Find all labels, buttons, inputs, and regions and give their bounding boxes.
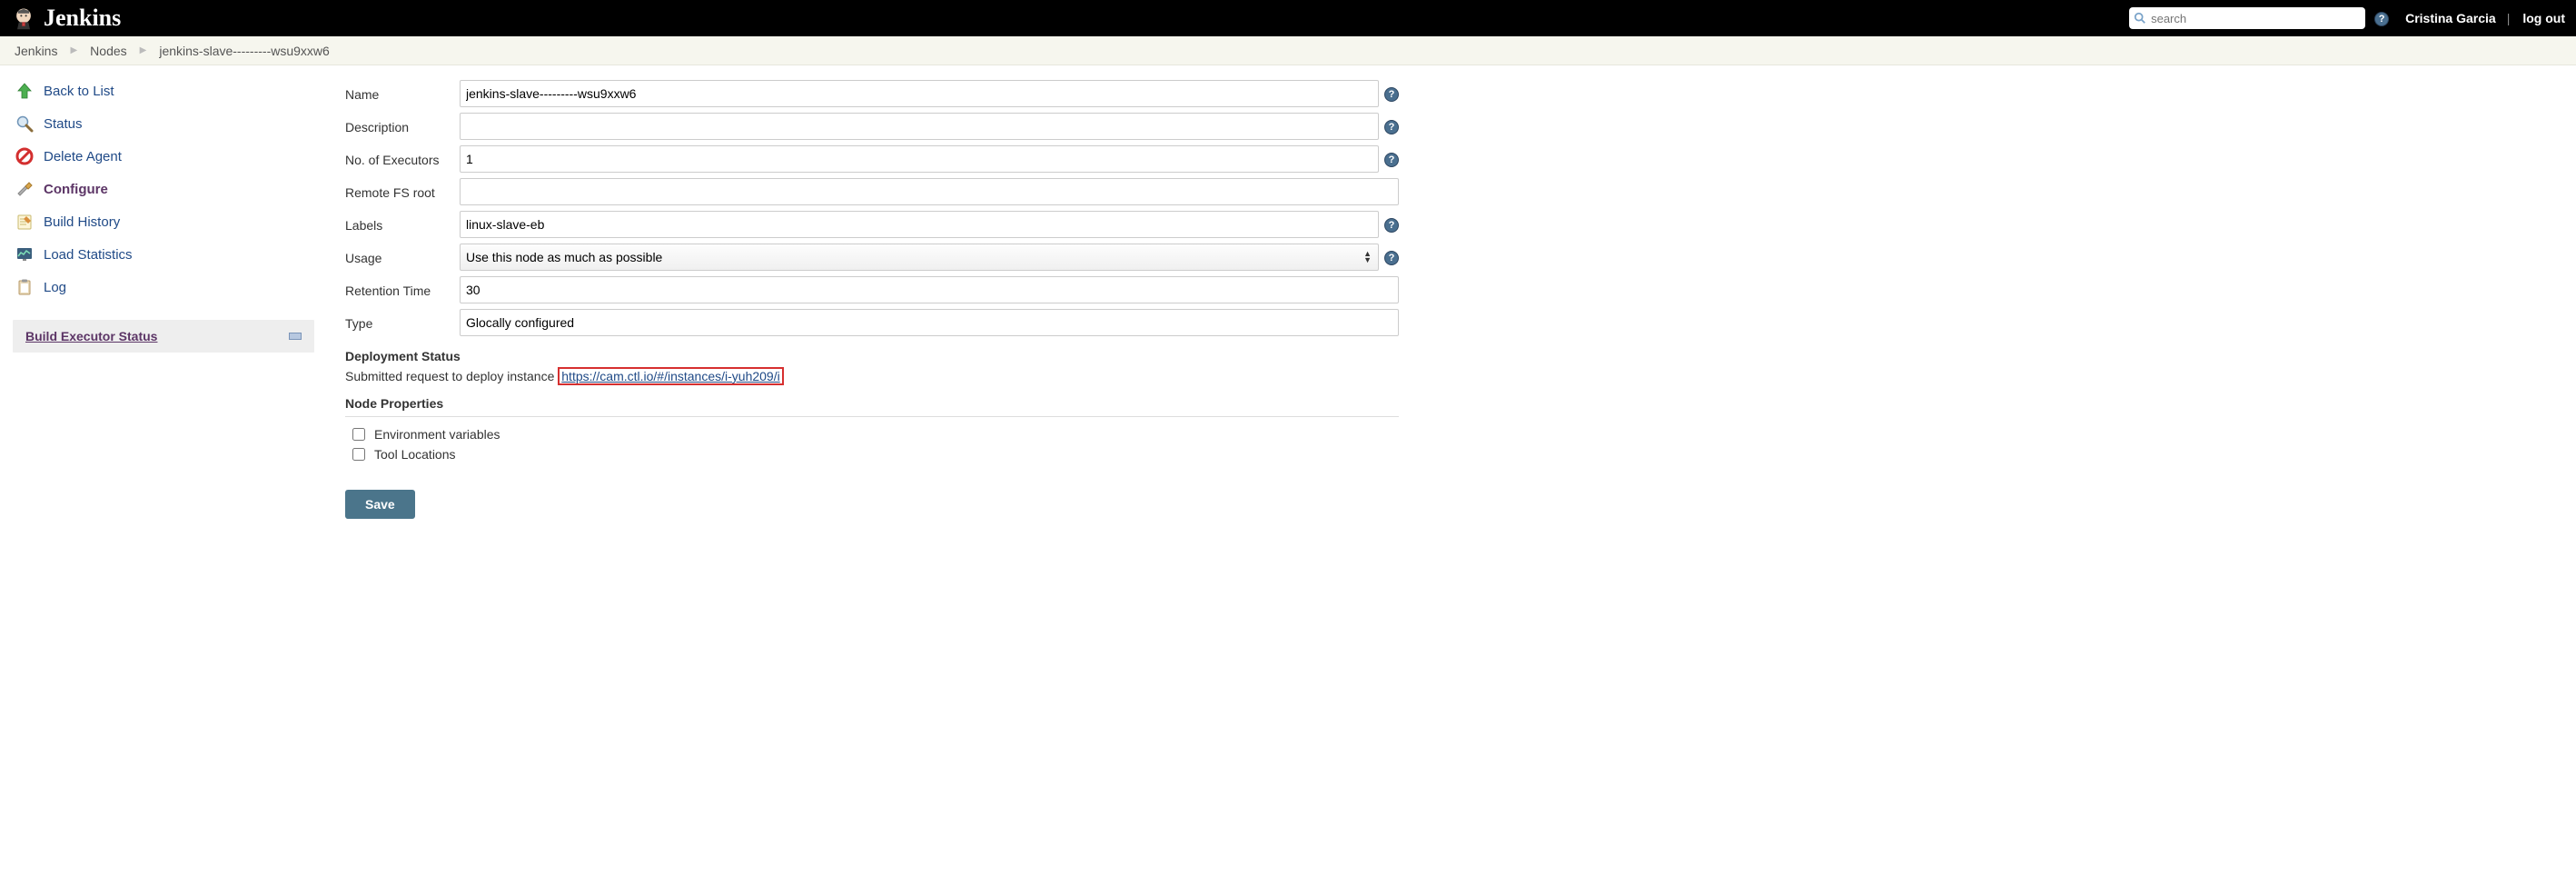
sidebar-link-build-history[interactable]: Build History: [44, 214, 120, 230]
sidebar-item-delete[interactable]: Delete Agent: [13, 140, 314, 173]
sidebar-link-back[interactable]: Back to List: [44, 84, 114, 99]
crumb-jenkins[interactable]: Jenkins: [15, 44, 57, 58]
chevron-right-icon: ▶: [140, 45, 147, 55]
deployment-status-text: Submitted request to deploy instance htt…: [345, 369, 1399, 383]
sidebar-item-configure[interactable]: Configure: [13, 173, 314, 205]
separator: |: [2507, 11, 2511, 25]
retention-field[interactable]: [460, 276, 1399, 303]
brand-text: Jenkins: [44, 5, 121, 32]
sidebar-item-load-stats[interactable]: Load Statistics: [13, 238, 314, 271]
help-icon[interactable]: ?: [1384, 216, 1399, 233]
label-type: Type: [345, 314, 460, 331]
crumb-node-name[interactable]: jenkins-slave---------wsu9xxw6: [159, 44, 329, 58]
label-retention: Retention Time: [345, 282, 460, 298]
node-properties-header: Node Properties: [345, 396, 1399, 411]
crumb-nodes[interactable]: Nodes: [90, 44, 126, 58]
env-vars-checkbox[interactable]: [352, 428, 365, 441]
sidebar-link-load-stats[interactable]: Load Statistics: [44, 247, 133, 263]
tools-icon: [15, 179, 35, 199]
type-field[interactable]: [460, 309, 1399, 336]
build-executor-status-link[interactable]: Build Executor Status: [25, 329, 157, 343]
sidebar: Back to List Status Delete Agent Configu…: [0, 75, 327, 353]
label-usage: Usage: [345, 249, 460, 265]
deployment-status-header: Deployment Status: [345, 349, 1399, 363]
help-icon[interactable]: ?: [1384, 249, 1399, 265]
header-help-icon[interactable]: ?: [2374, 10, 2389, 26]
sidebar-link-delete[interactable]: Delete Agent: [44, 149, 122, 164]
label-labels: Labels: [345, 216, 460, 233]
sidebar-item-status[interactable]: Status: [13, 107, 314, 140]
label-description: Description: [345, 118, 460, 134]
sidebar-item-build-history[interactable]: Build History: [13, 205, 314, 238]
name-field[interactable]: [460, 80, 1379, 107]
sidebar-item-log[interactable]: Log: [13, 271, 314, 303]
top-bar: Jenkins ? Cristina Garcia | log out: [0, 0, 2576, 36]
description-field[interactable]: [460, 113, 1379, 140]
label-executors: No. of Executors: [345, 151, 460, 167]
label-name: Name: [345, 85, 460, 102]
deployment-status-prefix: Submitted request to deploy instance: [345, 369, 554, 383]
sidebar-link-configure[interactable]: Configure: [44, 182, 108, 197]
chevron-right-icon: ▶: [70, 45, 77, 55]
sidebar-link-status[interactable]: Status: [44, 116, 83, 132]
logout-link[interactable]: log out: [2522, 11, 2565, 25]
tool-locations-checkbox[interactable]: [352, 448, 365, 461]
node-properties: Environment variables Tool Locations: [345, 416, 1399, 464]
search-input[interactable]: [2129, 7, 2365, 29]
help-icon[interactable]: ?: [1384, 85, 1399, 102]
magnifier-icon: [15, 114, 35, 134]
save-button[interactable]: Save: [345, 490, 415, 519]
remote-fs-field[interactable]: [460, 178, 1399, 205]
label-remote-fs: Remote FS root: [345, 184, 460, 200]
breadcrumb: Jenkins ▶ Nodes ▶ jenkins-slave---------…: [0, 36, 2576, 65]
configure-form: Name ? Description ? No. of Executors ? …: [327, 75, 1417, 555]
clipboard-icon: [15, 277, 35, 297]
jenkins-logo-icon: [11, 5, 36, 31]
search-icon: [2134, 12, 2146, 25]
build-executor-status-panel[interactable]: Build Executor Status: [13, 320, 314, 353]
help-icon[interactable]: ?: [1384, 151, 1399, 167]
search-wrap: [2129, 7, 2365, 29]
sidebar-item-back[interactable]: Back to List: [13, 75, 314, 107]
collapse-icon[interactable]: [289, 333, 302, 340]
tool-locations-label: Tool Locations: [374, 447, 456, 462]
usage-select[interactable]: Use this node as much as possible: [460, 244, 1379, 271]
executors-field[interactable]: [460, 145, 1379, 173]
no-entry-icon: [15, 146, 35, 166]
user-link[interactable]: Cristina Garcia: [2405, 11, 2496, 25]
notepad-icon: [15, 212, 35, 232]
help-icon[interactable]: ?: [1384, 118, 1399, 134]
deployment-instance-link[interactable]: https://cam.ctl.io/#/instances/i-yuh209/…: [558, 367, 783, 385]
monitor-chart-icon: [15, 244, 35, 264]
arrow-up-icon: [15, 81, 35, 101]
brand-home[interactable]: Jenkins: [11, 5, 121, 32]
env-vars-label: Environment variables: [374, 427, 500, 442]
labels-field[interactable]: [460, 211, 1379, 238]
sidebar-link-log[interactable]: Log: [44, 280, 66, 295]
